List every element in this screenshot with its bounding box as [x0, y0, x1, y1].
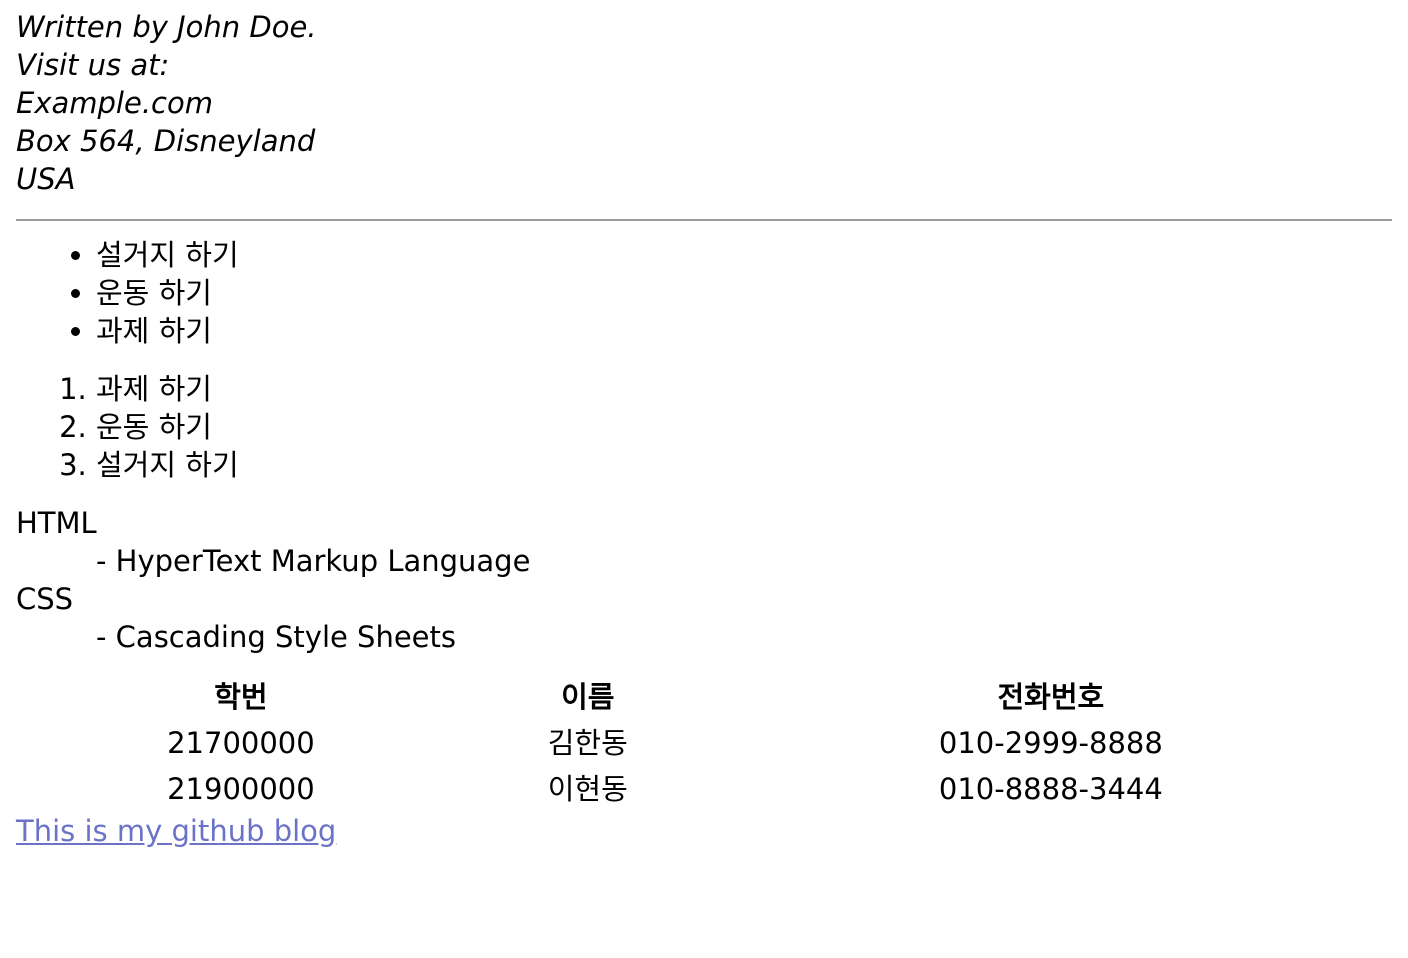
table-cell: 이현동: [547, 772, 628, 806]
github-blog-link[interactable]: This is my github blog: [16, 812, 336, 850]
todo-bullet-list: 설거지 하기 운동 하기 과제 하기: [16, 236, 1392, 350]
table-cell: 김한동: [547, 726, 628, 760]
list-item: 운동 하기: [96, 408, 1392, 446]
table-cell: 21900000: [167, 772, 315, 806]
address-line: Example.com: [16, 86, 213, 120]
list-item: 과제 하기: [96, 312, 1392, 350]
table-row: 21900000 이현동 010-8888-3444: [16, 766, 1392, 812]
contact-address: Written by John Doe. Visit us at: Exampl…: [16, 8, 1392, 198]
column-header-student-id: 학번: [214, 680, 268, 714]
address-line: Box 564, Disneyland: [16, 124, 316, 158]
table-cell: 010-8888-3444: [938, 772, 1163, 806]
list-item: 설거지 하기: [96, 446, 1392, 484]
table-cell: 010-2999-8888: [938, 726, 1163, 760]
table-header-row: 학번 이름 전화번호: [16, 674, 1392, 720]
definition-list: HTML - HyperText Markup Language CSS - C…: [16, 504, 1392, 656]
definition-term: HTML: [16, 506, 97, 540]
list-item: 과제 하기: [96, 370, 1392, 408]
definition-term: CSS: [16, 582, 74, 616]
address-line: USA: [16, 162, 76, 196]
address-line: Written by John Doe.: [16, 10, 317, 44]
todo-numbered-list: 과제 하기 운동 하기 설거지 하기: [16, 370, 1392, 484]
address-line: Visit us at:: [16, 48, 170, 82]
horizontal-rule: [16, 219, 1392, 221]
column-header-name: 이름: [561, 680, 615, 714]
page: Written by John Doe. Visit us at: Exampl…: [0, 0, 1408, 850]
table-row: 21700000 김한동 010-2999-8888: [16, 720, 1392, 766]
list-item: 운동 하기: [96, 274, 1392, 312]
list-item: 설거지 하기: [96, 236, 1392, 274]
table-cell: 21700000: [167, 726, 315, 760]
definition-description: - Cascading Style Sheets: [96, 620, 457, 654]
student-table: 학번 이름 전화번호 21700000 김한동 010-2999-8888 21…: [16, 674, 1392, 812]
column-header-phone: 전화번호: [997, 680, 1105, 714]
definition-description: - HyperText Markup Language: [96, 544, 531, 578]
